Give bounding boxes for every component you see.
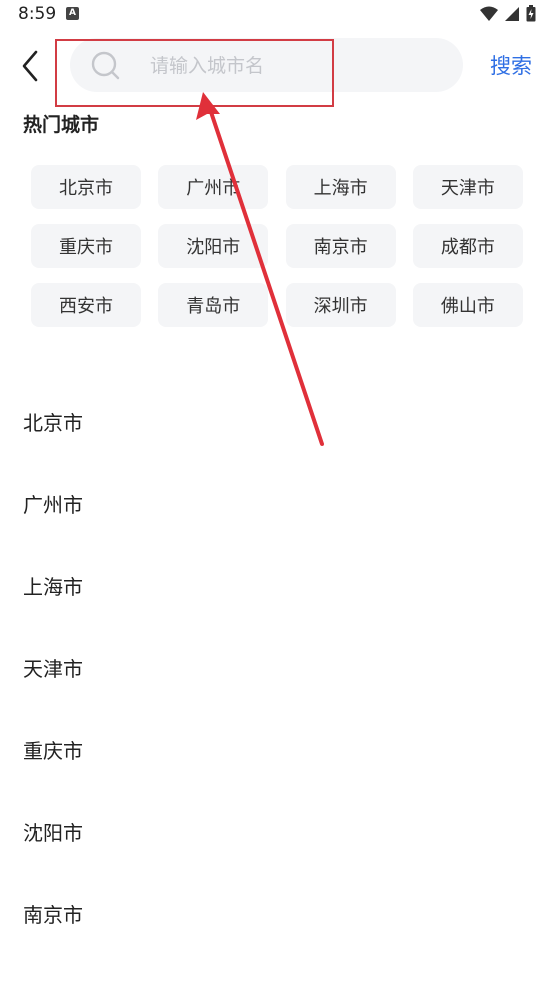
hot-city-chip[interactable]: 佛山市 (412, 283, 523, 327)
city-list-item[interactable]: 北京市 (0, 381, 554, 463)
hot-city-chip[interactable]: 深圳市 (285, 283, 396, 327)
city-list-item[interactable]: 天津市 (0, 627, 554, 709)
hot-city-chip[interactable]: 北京市 (31, 165, 141, 209)
city-list: 北京市 广州市 上海市 天津市 重庆市 沈阳市 南京市 (0, 381, 554, 955)
signal-icon (505, 6, 519, 21)
status-time: 8:59 (18, 4, 57, 24)
hot-city-chip[interactable]: 青岛市 (158, 283, 269, 327)
hot-city-chip[interactable]: 上海市 (285, 165, 396, 209)
hot-cities-grid: 北京市 广州市 上海市 天津市 重庆市 沈阳市 南京市 成都市 西安市 青岛市 … (31, 165, 523, 327)
city-list-item[interactable]: 南京市 (0, 873, 554, 955)
city-list-item[interactable]: 重庆市 (0, 709, 554, 791)
hot-city-chip[interactable]: 重庆市 (31, 224, 141, 268)
status-icons (480, 5, 536, 22)
hot-city-chip[interactable]: 南京市 (285, 224, 396, 268)
notification-app-icon: A (66, 7, 79, 20)
hot-city-chip[interactable]: 成都市 (412, 224, 523, 268)
wifi-icon (480, 6, 498, 21)
city-list-item[interactable]: 沈阳市 (0, 791, 554, 873)
search-header: 搜索 (0, 36, 554, 94)
battery-icon (526, 5, 536, 22)
hot-city-chip[interactable]: 西安市 (31, 283, 141, 327)
city-list-item[interactable]: 上海市 (0, 545, 554, 627)
city-list-item[interactable]: 广州市 (0, 463, 554, 545)
back-button[interactable] (14, 46, 48, 86)
hot-city-chip[interactable]: 天津市 (412, 165, 523, 209)
hot-cities-title: 热门城市 (23, 114, 100, 136)
status-bar: 8:59 A (0, 0, 554, 30)
search-button[interactable]: 搜索 (490, 50, 532, 80)
chevron-left-icon (22, 50, 38, 82)
search-icon (90, 50, 122, 82)
hot-city-chip[interactable]: 沈阳市 (158, 224, 269, 268)
search-input[interactable] (148, 51, 452, 81)
hot-city-chip[interactable]: 广州市 (158, 165, 269, 209)
search-box[interactable] (70, 38, 463, 92)
